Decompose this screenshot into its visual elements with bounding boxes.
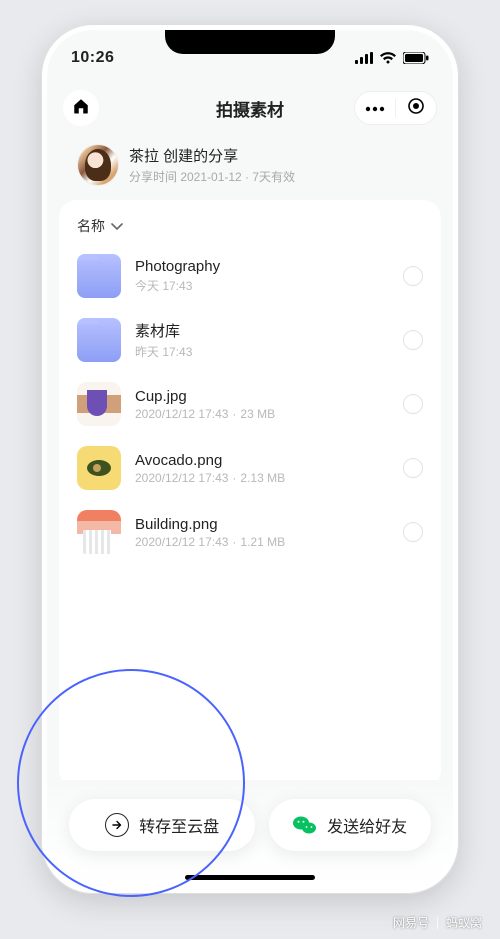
watermark-brand: 网易号: [393, 914, 429, 931]
menu-button[interactable]: [355, 91, 395, 125]
wifi-icon: [379, 52, 397, 64]
select-radio[interactable]: [403, 394, 423, 414]
send-to-friend-button[interactable]: 发送给好友: [269, 799, 431, 851]
target-icon: [407, 97, 425, 120]
folder-icon: [77, 318, 121, 362]
item-name: Avocado.png: [135, 452, 389, 469]
select-radio[interactable]: [403, 266, 423, 286]
chevron-down-icon: [111, 218, 123, 234]
file-thumbnail: [77, 446, 121, 490]
watermark-author: 蚂蚁窝: [446, 914, 482, 931]
more-icon: [365, 99, 385, 117]
wechat-icon: [293, 813, 317, 837]
file-list-panel: 名称 Photography今天 17:43素材库昨天 17:43Cup.jpg…: [59, 200, 441, 788]
file-thumbnail: [77, 382, 121, 426]
item-subtitle: 昨天 17:43: [135, 343, 389, 360]
home-indicator: [185, 875, 315, 880]
save-to-cloud-button[interactable]: 转存至云盘: [69, 799, 255, 851]
watermark: 网易号 蚂蚁窝: [393, 914, 482, 931]
sort-label: 名称: [77, 216, 105, 236]
file-thumbnail: [77, 510, 121, 554]
item-name: Photography: [135, 258, 389, 275]
arrow-right-circle-icon: [105, 813, 129, 837]
phone-frame: 10:26: [41, 24, 459, 894]
cellular-icon: [355, 52, 373, 64]
list-item[interactable]: Avocado.png 2020/12/12 17:432.13 MB: [71, 436, 429, 500]
status-bar: 10:26: [47, 30, 453, 74]
item-subtitle: 2020/12/12 17:4323 MB: [135, 407, 389, 421]
secondary-action-label: 发送给好友: [327, 813, 407, 837]
avatar: [77, 144, 119, 186]
sort-button[interactable]: 名称: [77, 216, 429, 236]
miniapp-capsule: [354, 91, 437, 125]
item-subtitle: 2020/12/12 17:432.13 MB: [135, 471, 389, 485]
status-time: 10:26: [71, 49, 114, 67]
item-name: Building.png: [135, 516, 389, 533]
close-miniapp-button[interactable]: [396, 91, 436, 125]
home-button[interactable]: [63, 90, 99, 126]
battery-icon: [403, 52, 429, 64]
list-item[interactable]: 素材库昨天 17:43: [71, 308, 429, 372]
bottom-action-bar: 转存至云盘 发送给好友: [47, 780, 453, 888]
folder-icon: [77, 254, 121, 298]
list-item[interactable]: Building.png 2020/12/12 17:431.21 MB: [71, 500, 429, 564]
page-title: 拍摄素材: [216, 96, 284, 121]
share-info: 茶拉 创建的分享 分享时间 2021-01-12 · 7天有效: [77, 144, 423, 186]
select-radio[interactable]: [403, 458, 423, 478]
item-name: 素材库: [135, 320, 389, 341]
select-radio[interactable]: [403, 330, 423, 350]
list-item[interactable]: Cup.jpg 2020/12/12 17:4323 MB: [71, 372, 429, 436]
share-subtitle: 分享时间 2021-01-12 · 7天有效: [129, 168, 295, 185]
share-title: 茶拉 创建的分享: [129, 145, 295, 166]
primary-action-label: 转存至云盘: [139, 813, 219, 837]
select-radio[interactable]: [403, 522, 423, 542]
item-name: Cup.jpg: [135, 388, 389, 405]
home-icon: [72, 97, 90, 120]
item-subtitle: 2020/12/12 17:431.21 MB: [135, 535, 389, 549]
item-subtitle: 今天 17:43: [135, 277, 389, 294]
list-item[interactable]: Photography 今天 17:43: [71, 244, 429, 308]
nav-bar: 拍摄素材: [47, 82, 453, 134]
